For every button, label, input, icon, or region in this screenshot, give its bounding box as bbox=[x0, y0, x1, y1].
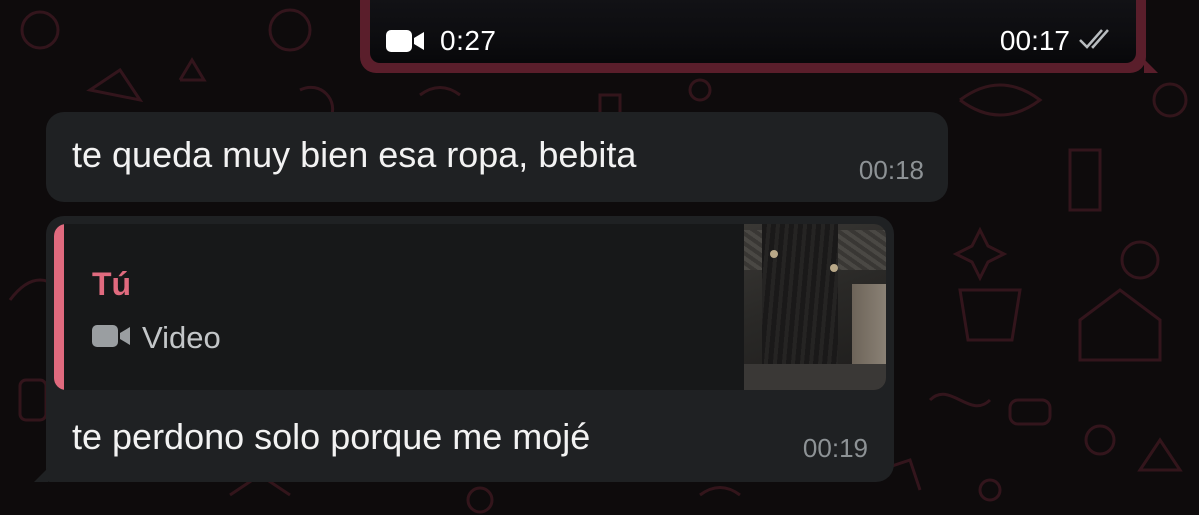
quoted-message[interactable]: Tú Video bbox=[54, 224, 886, 390]
video-camera-icon bbox=[92, 320, 132, 356]
message-timestamp: 00:18 bbox=[858, 155, 924, 185]
message-timestamp: 00:19 bbox=[802, 433, 868, 463]
video-duration-text: 0:27 bbox=[440, 25, 497, 56]
double-check-icon bbox=[1078, 25, 1118, 57]
video-duration: 0:27 bbox=[386, 25, 497, 57]
quote-video-thumbnail bbox=[744, 224, 886, 390]
incoming-reply-message[interactable]: Tú Video te perdono solo porque me mojé … bbox=[34, 216, 894, 482]
bubble-tail bbox=[34, 468, 48, 482]
video-camera-icon bbox=[386, 29, 426, 53]
quote-media-type: Video bbox=[92, 320, 221, 356]
bubble-tail bbox=[1144, 59, 1158, 73]
quote-media-label: Video bbox=[142, 320, 221, 355]
quote-accent-bar bbox=[54, 224, 64, 390]
outgoing-video-message[interactable]: 0:27 00:17 bbox=[360, 0, 1158, 73]
message-text: te queda muy bien esa ropa, bebita bbox=[72, 134, 637, 175]
incoming-message[interactable]: te queda muy bien esa ropa, bebita 00:18 bbox=[46, 112, 948, 202]
message-text: te perdono solo porque me mojé bbox=[72, 416, 591, 457]
message-timestamp: 00:17 bbox=[1000, 25, 1118, 57]
message-time-text: 00:17 bbox=[999, 25, 1070, 56]
quote-author: Tú bbox=[92, 266, 132, 302]
